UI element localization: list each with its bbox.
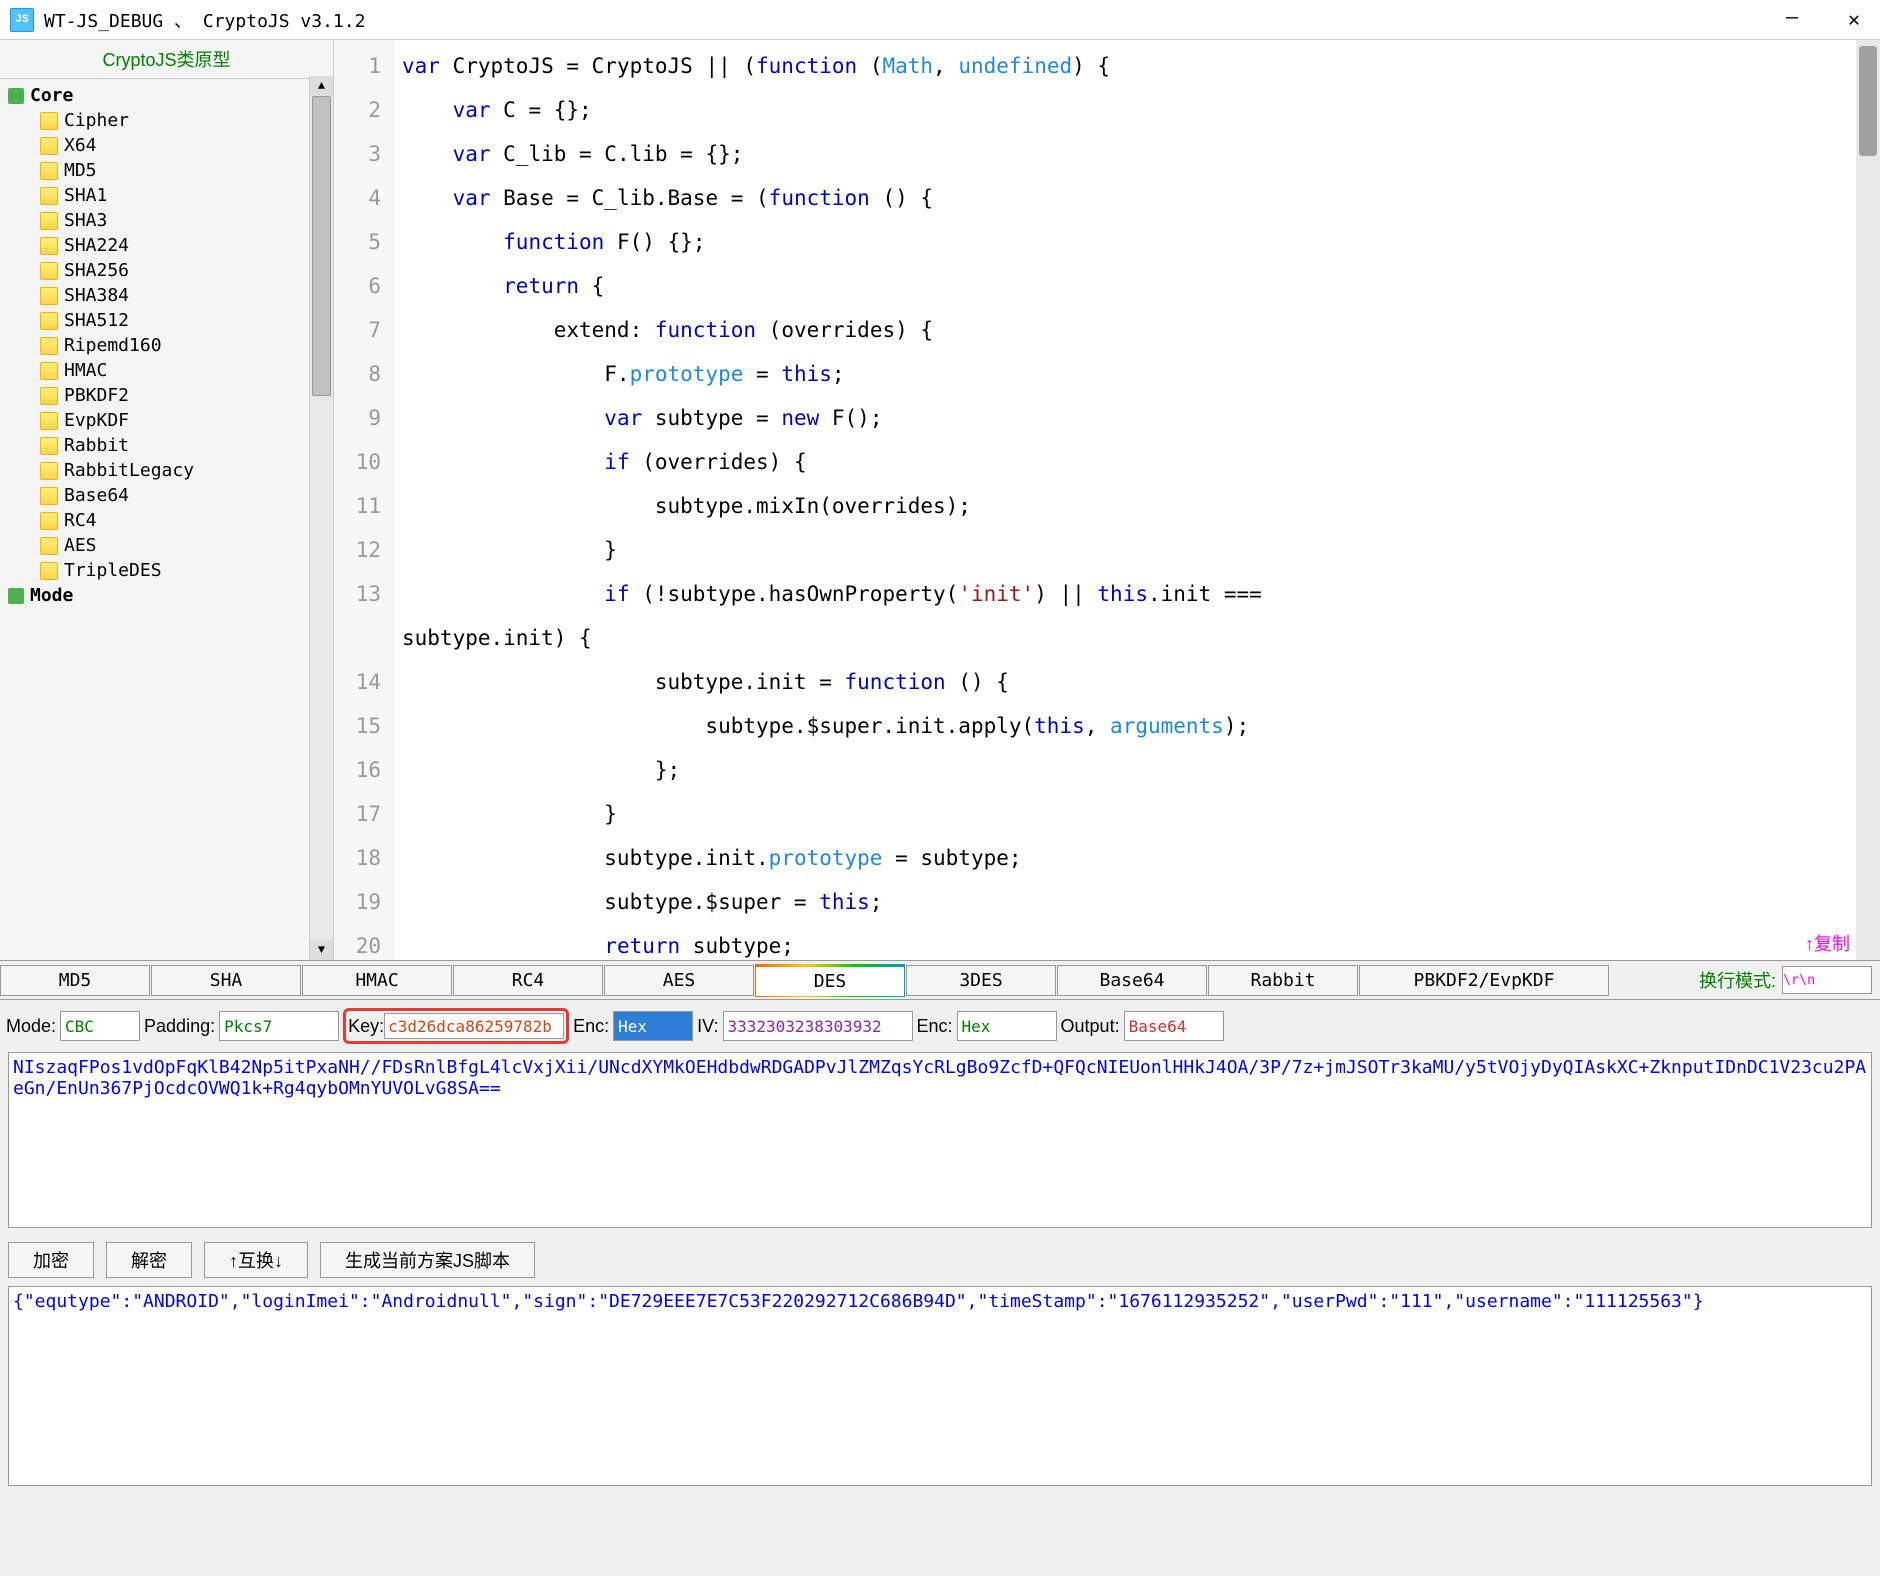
tree-leaf[interactable]: X64 <box>0 133 333 158</box>
enc2-label: Enc: <box>917 1016 953 1037</box>
key-input[interactable] <box>384 1013 564 1039</box>
tree-leaf[interactable]: RC4 <box>0 508 333 533</box>
folder-icon <box>8 88 24 104</box>
wrapmode-select[interactable]: \r\n <box>1782 966 1872 994</box>
tree-leaf[interactable]: EvpKDF <box>0 408 333 433</box>
tree-leaf[interactable]: Cipher <box>0 108 333 133</box>
params-row: Mode: CBC Padding: Pkcs7 Key: Enc: Hex I… <box>0 1000 1880 1052</box>
sidebar-header: CryptoJS类原型 <box>0 40 333 79</box>
tree-leaf[interactable]: Ripemd160 <box>0 333 333 358</box>
tree-leaf[interactable]: SHA1 <box>0 183 333 208</box>
tree-leaf[interactable]: PBKDF2 <box>0 383 333 408</box>
enc1-label: Enc: <box>573 1016 609 1037</box>
padding-label: Padding: <box>144 1016 215 1037</box>
editor-scroll-thumb[interactable] <box>1859 46 1877 156</box>
swap-button[interactable]: ↑互换↓ <box>204 1242 308 1278</box>
key-highlight-box: Key: <box>343 1008 569 1044</box>
tab-rc4[interactable]: RC4 <box>453 965 603 996</box>
close-button[interactable]: ✕ <box>1838 7 1870 33</box>
algorithm-tabs: MD5SHAHMACRC4AESDES3DESBase64RabbitPBKDF… <box>0 960 1880 1000</box>
scroll-down-icon[interactable]: ▼ <box>310 940 333 960</box>
tab-md5[interactable]: MD5 <box>0 965 150 996</box>
line-gutter: 12345678910111213 14151617181920 <box>334 40 394 960</box>
tree-folder[interactable]: Core <box>0 83 333 108</box>
gen-script-button[interactable]: 生成当前方案JS脚本 <box>320 1242 535 1278</box>
tree-leaf[interactable]: SHA3 <box>0 208 333 233</box>
tree-leaf[interactable]: AES <box>0 533 333 558</box>
app-icon: JS <box>10 8 34 32</box>
sidebar: CryptoJS类原型 CoreCipherX64MD5SHA1SHA3SHA2… <box>0 40 334 960</box>
output-select[interactable]: Base64 <box>1124 1011 1224 1041</box>
tree-leaf[interactable]: RabbitLegacy <box>0 458 333 483</box>
mode-label: Mode: <box>6 1016 56 1037</box>
tree-leaf[interactable]: SHA256 <box>0 258 333 283</box>
decrypt-button[interactable]: 解密 <box>106 1242 192 1278</box>
tab-rabbit[interactable]: Rabbit <box>1208 965 1358 996</box>
tab-des[interactable]: DES <box>755 964 905 997</box>
minimize-button[interactable]: — <box>1776 7 1808 33</box>
tree-leaf[interactable]: SHA224 <box>0 233 333 258</box>
tab-sha[interactable]: SHA <box>151 965 301 996</box>
tree-leaf[interactable]: SHA512 <box>0 308 333 333</box>
tree-leaf[interactable]: SHA384 <box>0 283 333 308</box>
tree-leaf[interactable]: Rabbit <box>0 433 333 458</box>
editor-scrollbar[interactable] <box>1856 40 1880 960</box>
tree-leaf[interactable]: HMAC <box>0 358 333 383</box>
scroll-up-icon[interactable]: ▲ <box>310 76 333 96</box>
tree-leaf[interactable]: TripleDES <box>0 558 333 583</box>
cipher-textarea[interactable] <box>8 1052 1872 1228</box>
encrypt-button[interactable]: 加密 <box>8 1242 94 1278</box>
action-buttons-row: 加密 解密 ↑互换↓ 生成当前方案JS脚本 <box>0 1234 1880 1286</box>
mode-select[interactable]: CBC <box>60 1011 140 1041</box>
padding-select[interactable]: Pkcs7 <box>219 1011 339 1041</box>
iv-enc-select[interactable]: Hex <box>957 1011 1057 1041</box>
tree-folder[interactable]: Mode <box>0 583 333 608</box>
wrapmode-label: 换行模式: <box>1699 967 1782 993</box>
iv-label: IV: <box>697 1016 718 1037</box>
tree[interactable]: CoreCipherX64MD5SHA1SHA3SHA224SHA256SHA3… <box>0 79 333 959</box>
window-title: WT-JS_DEBUG 、 CryptoJS v3.1.2 <box>44 7 365 33</box>
scroll-thumb[interactable] <box>312 96 331 396</box>
tab-3des[interactable]: 3DES <box>906 965 1056 996</box>
iv-input[interactable] <box>723 1011 913 1041</box>
tree-leaf[interactable]: MD5 <box>0 158 333 183</box>
tab-hmac[interactable]: HMAC <box>302 965 452 996</box>
key-enc-select[interactable]: Hex <box>613 1011 693 1041</box>
tab-aes[interactable]: AES <box>604 965 754 996</box>
code-editor[interactable]: 12345678910111213 14151617181920 var Cry… <box>334 40 1880 960</box>
tree-leaf[interactable]: Base64 <box>0 483 333 508</box>
tab-pbkdf2-evpkdf[interactable]: PBKDF2/EvpKDF <box>1359 965 1609 996</box>
tab-base64[interactable]: Base64 <box>1057 965 1207 996</box>
output-label: Output: <box>1061 1016 1120 1037</box>
folder-icon <box>8 588 24 604</box>
key-label: Key: <box>348 1016 384 1037</box>
copy-button[interactable]: ↑复制 <box>1805 930 1850 956</box>
sidebar-scrollbar[interactable]: ▲ ▼ <box>309 76 333 960</box>
titlebar: JS WT-JS_DEBUG 、 CryptoJS v3.1.2 — ✕ <box>0 0 1880 40</box>
plain-textarea[interactable] <box>8 1286 1872 1486</box>
code-area[interactable]: var CryptoJS = CryptoJS || (function (Ma… <box>394 40 1880 960</box>
